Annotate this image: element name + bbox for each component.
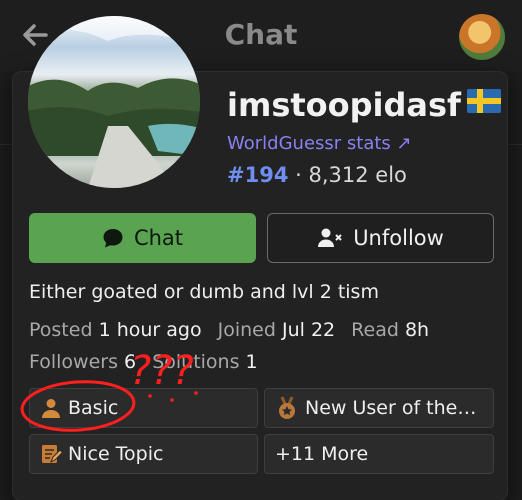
edit-document-icon [40, 443, 62, 465]
stats-link[interactable]: WorldGuessr stats ↗ [227, 133, 412, 154]
user-remove-icon [317, 227, 343, 249]
badge-nice-topic[interactable]: Nice Topic [29, 434, 258, 474]
solutions-value[interactable]: 1 [246, 351, 258, 373]
username-text: imstoopidasf [227, 86, 461, 124]
rank-value: #194 [227, 163, 289, 187]
followers-label: Followers [29, 351, 118, 373]
user-bio: Either goated or dumb and lvl 2 tism [29, 281, 379, 303]
badge-new-user[interactable]: New User of the… [264, 388, 494, 428]
joined-value: Jul 22 [281, 319, 336, 341]
unfollow-button[interactable]: Unfollow [267, 213, 494, 263]
rank-separator: · [295, 163, 302, 187]
user-stats-row: Followers 6 Solutions 1 [29, 351, 258, 373]
joined-label: Joined [217, 319, 276, 341]
chat-bubble-icon [102, 227, 124, 249]
current-user-avatar[interactable] [459, 14, 505, 60]
elo-value: 8,312 elo [308, 163, 407, 187]
posted-value: 1 hour ago [98, 319, 202, 341]
profile-avatar[interactable] [28, 16, 200, 188]
rank-elo: #194 · 8,312 elo [227, 163, 407, 187]
badge-label: Nice Topic [68, 443, 164, 465]
user-meta-row: Posted 1 hour ago Joined Jul 22 Read 8h [29, 319, 429, 341]
sweden-flag-icon [466, 89, 501, 113]
followers-value[interactable]: 6 [124, 351, 136, 373]
badge-basic[interactable]: Basic [29, 388, 258, 428]
unfollow-button-label: Unfollow [353, 226, 444, 250]
solutions-label: Solutions [152, 351, 240, 373]
medal-icon [275, 396, 299, 420]
chat-button[interactable]: Chat [29, 213, 256, 263]
user-icon [40, 397, 62, 419]
badge-label: New User of the… [305, 397, 477, 419]
badge-label: Basic [68, 397, 119, 419]
username: imstoopidasf [227, 86, 501, 124]
badge-more[interactable]: +11 More [264, 434, 494, 474]
posted-label: Posted [29, 319, 93, 341]
read-label: Read [351, 319, 399, 341]
read-value: 8h [404, 319, 430, 341]
chat-button-label: Chat [133, 226, 184, 250]
badge-label: +11 More [275, 443, 369, 465]
